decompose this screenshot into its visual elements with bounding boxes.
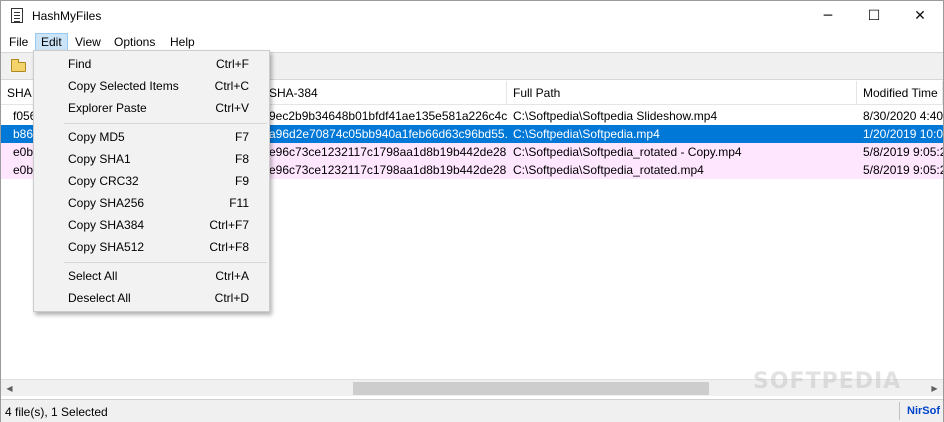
- menu-item-label: Copy CRC32: [68, 174, 139, 188]
- cell-modified-time: 1/20/2019 10:05: [863, 127, 943, 141]
- scroll-thumb[interactable]: [353, 382, 709, 395]
- cell-full-path: C:\Softpedia\Softpedia_rotated.mp4: [513, 163, 704, 177]
- title-bar[interactable]: HashMyFiles ─ ☐ ✕: [1, 1, 943, 31]
- app-icon: [11, 8, 23, 23]
- menu-item-label: Copy SHA512: [68, 240, 145, 254]
- column-header-modified-time[interactable]: Modified Time: [857, 81, 943, 105]
- cell-sha384: 9ec2b9b34648b01bfdf41ae135e581a226c4c...: [269, 109, 507, 123]
- cell-sha384: e96c73ce1232117c1798aa1d8b19b442de28...: [269, 145, 507, 159]
- cell-sha384: a96d2e70874c05bb940a1feb66d63c96bd55...: [269, 127, 507, 141]
- menu-item-label: Copy SHA384: [68, 218, 145, 232]
- close-button[interactable]: ✕: [897, 1, 943, 31]
- menu-item-copy-sha512[interactable]: Copy SHA512 Ctrl+F8: [36, 236, 267, 258]
- menu-item-copy-md5[interactable]: Copy MD5 F7: [36, 126, 267, 148]
- minimize-button[interactable]: ─: [805, 1, 851, 31]
- menu-item-shortcut: Ctrl+F: [216, 57, 249, 71]
- scroll-right-arrow-icon[interactable]: ▶: [926, 380, 943, 397]
- menu-item-shortcut: Ctrl+D: [214, 291, 249, 305]
- cell-full-path: C:\Softpedia\Softpedia_rotated - Copy.mp…: [513, 145, 742, 159]
- menu-separator: [64, 123, 267, 124]
- menu-options[interactable]: Options: [109, 33, 160, 51]
- menu-item-copy-selected-items[interactable]: Copy Selected Items Ctrl+C: [36, 75, 267, 97]
- menu-item-shortcut: Ctrl+C: [214, 79, 249, 93]
- open-files-button[interactable]: [8, 57, 28, 75]
- menu-item-shortcut: Ctrl+F8: [209, 240, 249, 254]
- cell-sha384: e96c73ce1232117c1798aa1d8b19b442de28...: [269, 163, 507, 177]
- menu-item-deselect-all[interactable]: Deselect All Ctrl+D: [36, 287, 267, 309]
- menu-bar: File Edit View Options Help: [1, 31, 943, 52]
- nirsoft-link[interactable]: NirSof: [907, 405, 940, 417]
- menu-item-shortcut: Ctrl+A: [215, 269, 249, 283]
- open-folder-icon: [11, 59, 26, 72]
- menu-item-shortcut: Ctrl+F7: [209, 218, 249, 232]
- menu-edit[interactable]: Edit: [35, 33, 68, 51]
- cell-modified-time: 5/8/2019 9:05:2: [863, 163, 943, 177]
- window-title: HashMyFiles: [32, 9, 102, 23]
- menu-item-shortcut: F8: [234, 152, 249, 166]
- cell-full-path: C:\Softpedia\Softpedia Slideshow.mp4: [513, 109, 718, 123]
- status-divider: [899, 402, 900, 420]
- column-header-sha384[interactable]: SHA-384: [263, 81, 507, 105]
- softpedia-watermark: SOFTPEDIA: [753, 369, 902, 394]
- menu-item-copy-sha384[interactable]: Copy SHA384 Ctrl+F7: [36, 214, 267, 236]
- menu-item-label: Copy SHA1: [68, 152, 131, 166]
- menu-file[interactable]: File: [4, 33, 33, 51]
- menu-view[interactable]: View: [70, 33, 106, 51]
- menu-item-copy-sha1[interactable]: Copy SHA1 F8: [36, 148, 267, 170]
- menu-item-copy-sha256[interactable]: Copy SHA256 F11: [36, 192, 267, 214]
- cell-full-path: C:\Softpedia\Softpedia.mp4: [513, 127, 660, 141]
- menu-item-copy-crc32[interactable]: Copy CRC32 F9: [36, 170, 267, 192]
- maximize-button[interactable]: ☐: [851, 1, 897, 31]
- menu-item-label: Deselect All: [68, 291, 131, 305]
- menu-item-shortcut: F11: [229, 196, 249, 210]
- scroll-left-arrow-icon[interactable]: ◀: [1, 380, 18, 397]
- menu-item-shortcut: Ctrl+V: [215, 101, 249, 115]
- cell-modified-time: 5/8/2019 9:05:2: [863, 145, 943, 159]
- status-text: 4 file(s), 1 Selected: [5, 405, 108, 419]
- menu-item-label: Select All: [68, 269, 118, 283]
- column-header-full-path[interactable]: Full Path: [507, 81, 857, 105]
- menu-item-find[interactable]: Find Ctrl+F: [36, 53, 267, 75]
- menu-separator: [64, 262, 267, 263]
- menu-item-explorer-paste[interactable]: Explorer Paste Ctrl+V: [36, 97, 267, 119]
- menu-item-shortcut: F7: [234, 130, 249, 144]
- menu-item-select-all[interactable]: Select All Ctrl+A: [36, 265, 267, 287]
- edit-menu-dropdown: Find Ctrl+F Copy Selected Items Ctrl+C E…: [33, 50, 270, 312]
- menu-item-label: Find: [68, 57, 92, 71]
- menu-help[interactable]: Help: [165, 33, 200, 51]
- menu-item-label: Explorer Paste: [68, 101, 147, 115]
- menu-item-label: Copy MD5: [68, 130, 125, 144]
- menu-item-label: Copy SHA256: [68, 196, 145, 210]
- cell-modified-time: 8/30/2020 4:40:: [863, 109, 943, 123]
- menu-item-shortcut: F9: [234, 174, 249, 188]
- menu-item-label: Copy Selected Items: [68, 79, 179, 93]
- status-bar: 4 file(s), 1 Selected NirSof: [1, 399, 943, 422]
